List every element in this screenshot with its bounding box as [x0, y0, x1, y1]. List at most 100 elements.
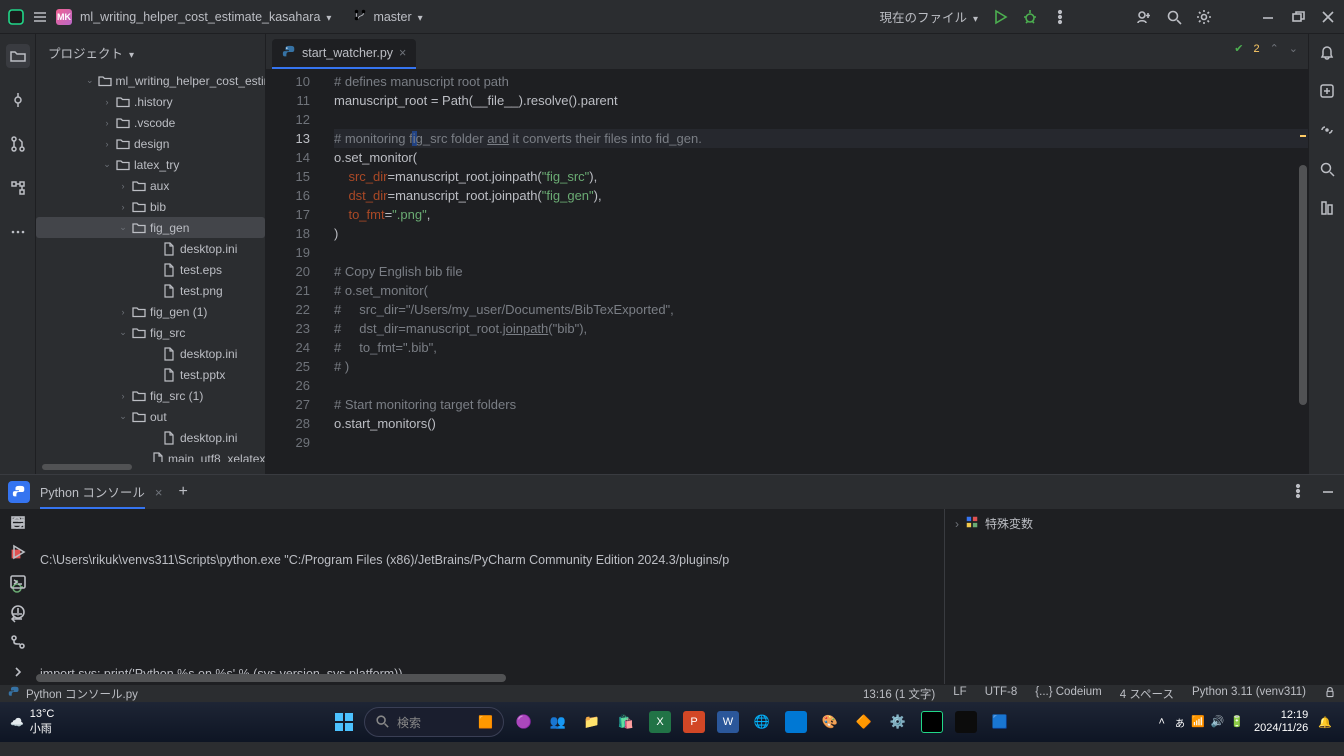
- status-indent[interactable]: 4 スペース: [1120, 686, 1174, 702]
- code-content[interactable]: # defines manuscript root pathmanuscript…: [324, 70, 1308, 474]
- terminal-taskbar-icon[interactable]: [952, 708, 980, 736]
- console-minimize-icon[interactable]: [1320, 483, 1336, 499]
- tree-item[interactable]: test.eps: [36, 259, 265, 280]
- tree-item[interactable]: desktop.ini: [36, 238, 265, 259]
- editor-scrollbar-vertical[interactable]: [1299, 165, 1307, 405]
- start-button[interactable]: [330, 708, 358, 736]
- status-encoding[interactable]: UTF-8: [985, 686, 1018, 702]
- project-tree[interactable]: ⌄ ml_writing_helper_cost_estimate_kasaha…: [36, 70, 265, 462]
- sidebar-scrollbar-horizontal[interactable]: [42, 464, 259, 472]
- tree-item[interactable]: test.pptx: [36, 364, 265, 385]
- database-icon[interactable]: [1319, 200, 1335, 219]
- console-add-tab[interactable]: +: [172, 483, 187, 501]
- vscode-icon[interactable]: [782, 708, 810, 736]
- tray-volume-icon[interactable]: 🔊: [1211, 715, 1225, 730]
- run-config-selector[interactable]: 現在のファイル: [879, 7, 978, 26]
- taskbar-weather[interactable]: ☁️ 13°C 小雨: [10, 708, 54, 736]
- status-line-ending[interactable]: LF: [953, 686, 966, 702]
- console-tab[interactable]: Python コンソール: [40, 476, 145, 509]
- tree-item[interactable]: test.png: [36, 280, 265, 301]
- git-branch-widget[interactable]: master: [353, 8, 422, 25]
- console-output[interactable]: C:\Users\rikuk\venvs311\Scripts\python.e…: [36, 509, 944, 684]
- tree-item[interactable]: ›.history: [36, 91, 265, 112]
- code-editor[interactable]: 1011121314151617181920212223242526272829…: [266, 70, 1308, 474]
- console-tab-close-icon[interactable]: ×: [155, 485, 163, 500]
- terminal-icon[interactable]: [10, 574, 26, 590]
- taskbar-clock[interactable]: 12:19 2024/11/26: [1254, 709, 1308, 735]
- status-cursor-pos[interactable]: 13:16 (1 文字): [863, 686, 935, 702]
- run-button-icon[interactable]: [992, 9, 1008, 25]
- search-icon[interactable]: [1166, 9, 1182, 25]
- tree-item[interactable]: desktop.ini: [36, 427, 265, 448]
- debug-button-icon[interactable]: [1022, 9, 1038, 25]
- taskbar-tray[interactable]: ˄ あ 📶 🔊 🔋 12:19 2024/11/26 🔔: [1159, 709, 1333, 735]
- store-icon[interactable]: 🛍️: [612, 708, 640, 736]
- excel-icon[interactable]: X: [646, 708, 674, 736]
- tree-item[interactable]: ⌄out: [36, 406, 265, 427]
- tray-wifi-icon[interactable]: 📶: [1191, 715, 1205, 730]
- app-icon-4[interactable]: 🟦: [986, 708, 1014, 736]
- console-scrollbar-horizontal[interactable]: [36, 674, 506, 682]
- project-name-dropdown[interactable]: ml_writing_helper_cost_estimate_kasahara: [80, 10, 331, 24]
- chevron-down-icon[interactable]: ⌄: [1289, 42, 1298, 55]
- tree-item[interactable]: ⌄fig_gen: [36, 217, 265, 238]
- tray-chevron-up-icon[interactable]: ˄: [1159, 716, 1165, 728]
- pycharm-taskbar-icon[interactable]: [918, 708, 946, 736]
- hamburger-menu-icon[interactable]: [32, 9, 48, 25]
- structure-tool-icon[interactable]: [6, 176, 30, 200]
- tree-item[interactable]: ›aux: [36, 175, 265, 196]
- codeium-icon[interactable]: [1319, 122, 1335, 141]
- notifications-icon[interactable]: [1319, 44, 1335, 63]
- console-menu-icon[interactable]: [1290, 483, 1306, 499]
- sidebar-header[interactable]: プロジェクト: [36, 34, 265, 70]
- status-interpreter[interactable]: Python 3.11 (venv311): [1192, 686, 1306, 702]
- console-variables-pane[interactable]: › 特殊変数: [944, 509, 1344, 684]
- chevron-right-icon[interactable]: ›: [955, 517, 959, 531]
- app-icon-2[interactable]: 🔶: [850, 708, 878, 736]
- commit-tool-icon[interactable]: [6, 88, 30, 112]
- powerpoint-icon[interactable]: P: [680, 708, 708, 736]
- settings-gear-icon[interactable]: [1196, 9, 1212, 25]
- explorer-icon[interactable]: 📁: [578, 708, 606, 736]
- chevron-up-icon[interactable]: ⌃: [1270, 42, 1279, 55]
- tree-item[interactable]: ⌄fig_src: [36, 322, 265, 343]
- tree-item[interactable]: desktop.ini: [36, 343, 265, 364]
- copilot-icon[interactable]: 🟣: [510, 708, 538, 736]
- status-codeium[interactable]: {...} Codeium: [1035, 686, 1101, 702]
- editor-tab-active[interactable]: start_watcher.py ×: [272, 39, 416, 69]
- tray-lang-icon[interactable]: あ: [1175, 715, 1185, 730]
- code-with-me-icon[interactable]: [1136, 9, 1152, 25]
- taskbar-search[interactable]: 検索 🟧: [364, 707, 504, 737]
- expand-icon[interactable]: [10, 664, 26, 680]
- pull-requests-icon[interactable]: [6, 132, 30, 156]
- teams-icon[interactable]: 👥: [544, 708, 572, 736]
- tree-item[interactable]: ›bib: [36, 196, 265, 217]
- app-icon-3[interactable]: ⚙️: [884, 708, 912, 736]
- status-file[interactable]: Python コンソール.py: [8, 686, 138, 702]
- problems-icon[interactable]: [10, 604, 26, 620]
- editor-warning-marker[interactable]: [1300, 135, 1306, 137]
- tree-item[interactable]: ⌄latex_try: [36, 154, 265, 175]
- run-tool-icon[interactable]: [10, 544, 26, 560]
- edge-icon[interactable]: 🌐: [748, 708, 776, 736]
- window-minimize-icon[interactable]: [1260, 9, 1276, 25]
- more-tools-icon[interactable]: [6, 220, 30, 244]
- window-close-icon[interactable]: [1320, 9, 1336, 25]
- status-lock-icon[interactable]: [1324, 686, 1336, 702]
- vcs-tool-icon[interactable]: [10, 634, 26, 650]
- search-right-icon[interactable]: [1319, 161, 1335, 180]
- python-console-tool-icon[interactable]: [8, 481, 30, 503]
- more-actions-icon[interactable]: [1052, 9, 1068, 25]
- app-icon-1[interactable]: 🎨: [816, 708, 844, 736]
- tree-item[interactable]: ›.vscode: [36, 112, 265, 133]
- tab-close-icon[interactable]: ×: [399, 46, 406, 60]
- tree-item[interactable]: ›fig_gen (1): [36, 301, 265, 322]
- tree-item[interactable]: ›fig_src (1): [36, 385, 265, 406]
- window-restore-icon[interactable]: [1290, 9, 1306, 25]
- project-tool-icon[interactable]: [6, 44, 30, 68]
- tree-root[interactable]: ⌄ ml_writing_helper_cost_estimate_kasaha…: [36, 70, 265, 91]
- tree-item[interactable]: ›design: [36, 133, 265, 154]
- services-icon[interactable]: [10, 514, 26, 530]
- ai-assist-icon[interactable]: [1319, 83, 1335, 102]
- word-icon[interactable]: W: [714, 708, 742, 736]
